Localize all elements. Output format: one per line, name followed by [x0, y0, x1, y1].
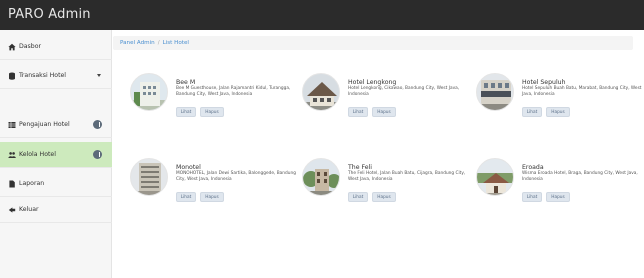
hotel-name: Eroada	[522, 164, 544, 171]
sidebar-item-laporan[interactable]: Laporan	[0, 171, 112, 197]
hotel-photo	[476, 158, 514, 196]
hotel-address: The Feli Hotel, Jalan Buah Batu, Cijagra…	[348, 171, 466, 183]
view-button[interactable]: Lihat	[522, 192, 542, 202]
hotel-card: Hotel Sepuluh Hotel Sepuluh Buah Batu, M…	[476, 73, 644, 133]
delete-button[interactable]: Hapus	[546, 192, 570, 202]
home-icon	[8, 43, 16, 51]
view-button[interactable]: Lihat	[176, 192, 196, 202]
info-badge-icon	[93, 120, 102, 129]
hotel-card: Bee M Bee M Guesthouse, Jalan Rajamantri…	[130, 73, 300, 133]
delete-button[interactable]: Hapus	[200, 192, 224, 202]
hotel-photo	[302, 158, 340, 196]
users-icon	[8, 151, 16, 159]
view-button[interactable]: Lihat	[348, 107, 368, 117]
sidebar-item-dasbor[interactable]: Dasbor	[0, 34, 112, 60]
top-navbar: PARO Admin	[0, 0, 644, 30]
sidebar-item-kelola-hotel[interactable]: Kelola Hotel	[0, 142, 112, 168]
sidebar-item-label: Dasbor	[19, 43, 42, 50]
hotel-address: Hotel Sepuluh Buah Batu, Marabat, Bandun…	[522, 86, 642, 98]
view-button[interactable]: Lihat	[176, 107, 196, 117]
chevron-down-icon	[97, 74, 101, 77]
database-icon	[8, 72, 16, 80]
view-button[interactable]: Lihat	[522, 107, 542, 117]
delete-button[interactable]: Hapus	[546, 107, 570, 117]
delete-button[interactable]: Hapus	[372, 107, 396, 117]
breadcrumb-root-link[interactable]: Panel Admin	[120, 40, 155, 46]
hotel-name: Monotel	[176, 164, 201, 171]
sidebar-item-pengajuan-hotel[interactable]: Pengajuan Hotel	[0, 112, 112, 138]
hotel-address: Hotel Lengkong, Cikawao, Bandung City, W…	[348, 86, 460, 98]
sidebar-item-transaksi-hotel[interactable]: Transaksi Hotel	[0, 63, 112, 89]
hotel-name: The Feli	[348, 164, 372, 171]
delete-button[interactable]: Hapus	[372, 192, 396, 202]
hotel-card: Eroada Wisma Eroada Hotel, Braga, Bandun…	[476, 158, 644, 218]
hotel-name: Hotel Sepuluh	[522, 79, 566, 86]
hotel-address: MONOHOTEL, Jalan Dewi Sartika, Balongged…	[176, 171, 296, 183]
view-button[interactable]: Lihat	[348, 192, 368, 202]
hotel-address: Wisma Eroada Hotel, Braga, Bandung City,…	[522, 171, 638, 183]
breadcrumb: Panel Admin / List Hotel	[113, 36, 633, 50]
table-icon	[8, 121, 16, 129]
hotel-photo	[130, 158, 168, 196]
hotel-photo	[476, 73, 514, 111]
sidebar-item-keluar[interactable]: Keluar	[0, 197, 112, 223]
hotel-card: The Feli The Feli Hotel, Jalan Buah Batu…	[302, 158, 472, 218]
breadcrumb-separator: /	[157, 40, 160, 46]
hotel-address: Bee M Guesthouse, Jalan Rajamantri Kidul…	[176, 86, 291, 98]
file-icon	[8, 180, 16, 188]
sidebar-item-label: Laporan	[19, 180, 45, 187]
delete-button[interactable]: Hapus	[200, 107, 224, 117]
sidebar-item-label: Keluar	[19, 206, 39, 213]
sidebar: Dasbor Transaksi Hotel Pengajuan Hotel K…	[0, 30, 112, 278]
app-title[interactable]: PARO Admin	[8, 7, 91, 22]
hotel-name: Bee M	[176, 79, 196, 86]
info-badge-icon	[93, 150, 102, 159]
hotel-photo	[130, 73, 168, 111]
hotel-name: Hotel Lengkong	[348, 79, 397, 86]
logout-icon	[8, 206, 16, 214]
hotel-photo	[302, 73, 340, 111]
hotel-card: Monotel MONOHOTEL, Jalan Dewi Sartika, B…	[130, 158, 300, 218]
breadcrumb-current: List Hotel	[162, 40, 189, 46]
hotel-card: Hotel Lengkong Hotel Lengkong, Cikawao, …	[302, 73, 472, 133]
